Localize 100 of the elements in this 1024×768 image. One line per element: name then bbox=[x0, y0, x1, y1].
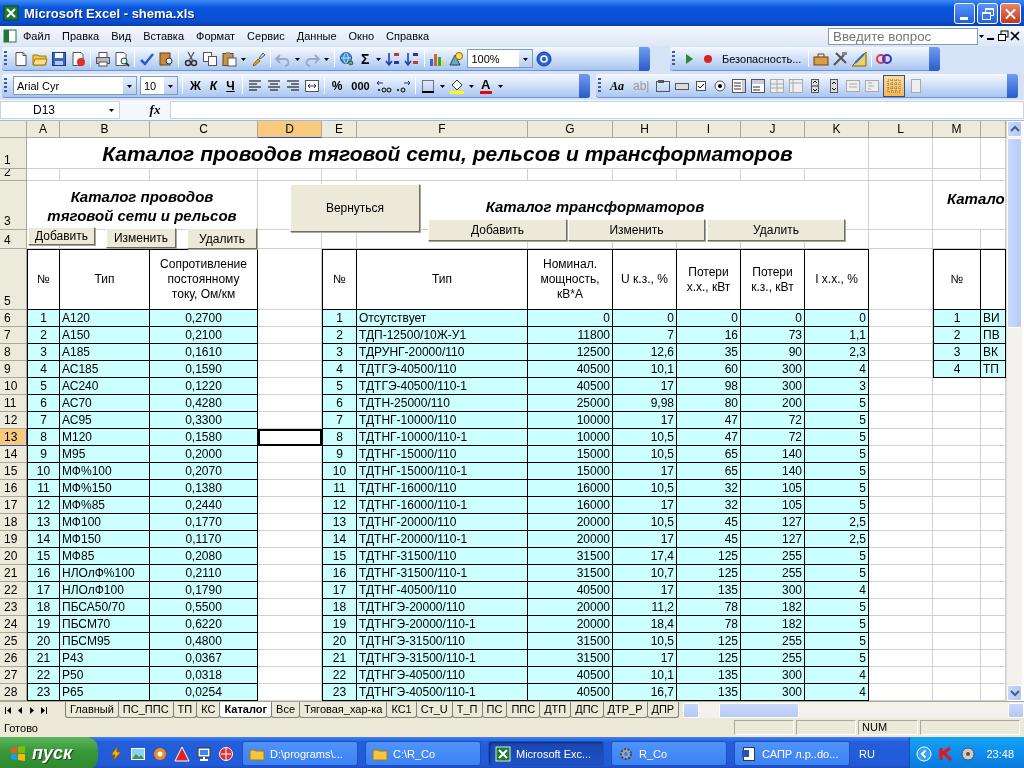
row-header[interactable]: 10 bbox=[0, 378, 27, 395]
clipboard-icon[interactable] bbox=[221, 50, 237, 67]
next-sheet-icon[interactable] bbox=[28, 705, 36, 715]
sheet-tab[interactable]: Главный bbox=[65, 702, 119, 718]
borders-icon[interactable] bbox=[419, 77, 436, 94]
restore-button[interactable] bbox=[977, 2, 998, 24]
ruler-pencil-icon[interactable] bbox=[851, 50, 868, 67]
percent-button[interactable]: % bbox=[328, 77, 346, 94]
paint-bucket-icon[interactable] bbox=[448, 77, 465, 94]
delete-button[interactable]: Удалить bbox=[187, 228, 257, 249]
edit-button[interactable]: Изменить bbox=[106, 228, 176, 248]
brush-icon[interactable] bbox=[250, 50, 266, 67]
first-sheet-icon[interactable] bbox=[4, 705, 12, 715]
row-header[interactable]: 27 bbox=[0, 667, 27, 684]
column-header[interactable]: H bbox=[613, 121, 677, 138]
row-header[interactable]: 23 bbox=[0, 599, 27, 616]
group-box-icon[interactable] bbox=[655, 77, 672, 94]
cell-cursor[interactable] bbox=[258, 429, 322, 446]
row-header[interactable]: 6 bbox=[0, 310, 27, 327]
save-icon[interactable] bbox=[51, 50, 67, 67]
row-header[interactable]: 17 bbox=[0, 497, 27, 514]
row-header[interactable]: 5 bbox=[0, 249, 27, 310]
column-header[interactable]: K bbox=[805, 121, 869, 138]
ring-icon[interactable] bbox=[152, 745, 168, 762]
menu-item[interactable]: Справка bbox=[380, 28, 436, 44]
row-header[interactable]: 1 bbox=[0, 138, 27, 169]
triangle-icon[interactable] bbox=[174, 745, 190, 762]
font-combo[interactable]: Arial Cyr bbox=[13, 76, 137, 95]
grip-handle[interactable] bbox=[4, 50, 7, 67]
close-icon[interactable] bbox=[1009, 29, 1021, 43]
toolbox-icon[interactable] bbox=[813, 50, 830, 67]
sheet-tab[interactable]: ДПР bbox=[646, 702, 680, 718]
shapes-icon[interactable] bbox=[448, 50, 465, 67]
menu-item[interactable]: Сервис bbox=[241, 28, 291, 44]
row-header[interactable]: 25 bbox=[0, 633, 27, 650]
scissors-icon[interactable] bbox=[183, 50, 199, 67]
minimize-button[interactable] bbox=[954, 2, 975, 24]
column-header[interactable]: F bbox=[357, 121, 528, 138]
document-icon[interactable] bbox=[741, 745, 757, 762]
column-header[interactable]: B bbox=[60, 121, 150, 138]
chevron-icon[interactable] bbox=[916, 745, 933, 762]
row-header[interactable]: 12 bbox=[0, 412, 27, 429]
return-button[interactable]: Вернуться bbox=[290, 184, 420, 232]
sort-ascending-icon[interactable] bbox=[385, 50, 402, 67]
row-header[interactable]: 24 bbox=[0, 616, 27, 633]
sort-descending-icon[interactable] bbox=[404, 50, 421, 67]
row-header[interactable]: 26 bbox=[0, 650, 27, 667]
row-header[interactable]: 28 bbox=[0, 684, 27, 701]
bold-button[interactable]: Ж bbox=[187, 77, 204, 94]
row-header[interactable]: 3 bbox=[0, 181, 27, 230]
formula-field[interactable] bbox=[170, 101, 1024, 119]
menu-item[interactable]: Формат bbox=[190, 28, 242, 44]
book-icon[interactable] bbox=[158, 50, 174, 67]
menu-item[interactable]: Правка bbox=[56, 28, 106, 44]
security-button[interactable]: Безопасность... bbox=[719, 52, 805, 65]
row-header[interactable]: 19 bbox=[0, 531, 27, 548]
row-header[interactable]: 22 bbox=[0, 582, 27, 599]
row-header[interactable]: 7 bbox=[0, 327, 27, 344]
print-icon[interactable] bbox=[95, 50, 111, 67]
add-button[interactable]: Добавить bbox=[428, 219, 567, 241]
label-button[interactable]: Aa bbox=[607, 77, 627, 94]
menu-item[interactable]: Данные bbox=[290, 28, 343, 44]
grip-handle[interactable] bbox=[672, 50, 675, 67]
menu-item[interactable]: Вставка bbox=[137, 28, 190, 44]
column-header[interactable]: E bbox=[322, 121, 357, 138]
combo-box-icon[interactable] bbox=[750, 77, 767, 94]
tools-icon[interactable] bbox=[832, 50, 849, 67]
underline-button[interactable]: Ч bbox=[223, 77, 238, 94]
align-right-icon[interactable] bbox=[284, 77, 301, 94]
document-magnifier-icon[interactable] bbox=[114, 50, 130, 67]
name-box[interactable]: D13 bbox=[0, 101, 120, 119]
menu-item[interactable]: Вид bbox=[105, 28, 138, 44]
help-search-field[interactable]: Введите вопрос bbox=[828, 27, 978, 45]
restore-icon[interactable] bbox=[997, 29, 1009, 43]
grip-handle[interactable] bbox=[4, 77, 7, 94]
vertical-scrollbar[interactable] bbox=[1006, 121, 1022, 701]
row-header[interactable]: 20 bbox=[0, 548, 27, 565]
workbook-icon[interactable] bbox=[3, 29, 17, 43]
align-center-icon[interactable] bbox=[265, 77, 282, 94]
zoom-combo[interactable]: 100% bbox=[467, 49, 534, 68]
spreadsheet-icon[interactable] bbox=[495, 745, 511, 762]
picture-frame-icon[interactable] bbox=[130, 745, 146, 762]
radio-button-icon[interactable] bbox=[712, 77, 729, 94]
language-indicator[interactable]: RU bbox=[859, 747, 875, 760]
speaker-icon[interactable] bbox=[960, 745, 977, 762]
row-header[interactable]: 21 bbox=[0, 565, 27, 582]
menu-item[interactable]: Окно bbox=[342, 28, 381, 44]
close-button[interactable] bbox=[1000, 2, 1021, 24]
font-size-combo[interactable]: 10 bbox=[140, 76, 178, 95]
row-header[interactable]: 16 bbox=[0, 480, 27, 497]
bolt-icon[interactable] bbox=[108, 745, 124, 762]
menu-item[interactable]: Файл bbox=[17, 28, 57, 44]
row-header[interactable]: 11 bbox=[0, 395, 27, 412]
row-header[interactable]: 14 bbox=[0, 446, 27, 463]
add-button[interactable]: Добавить bbox=[28, 227, 95, 245]
edit-button[interactable]: Изменить bbox=[568, 219, 705, 241]
sheet-tab[interactable]: ПС_ППС bbox=[117, 702, 174, 718]
column-header[interactable]: I bbox=[677, 121, 741, 138]
row-header[interactable]: 18 bbox=[0, 514, 27, 531]
start-button[interactable]: пуск bbox=[0, 737, 98, 768]
